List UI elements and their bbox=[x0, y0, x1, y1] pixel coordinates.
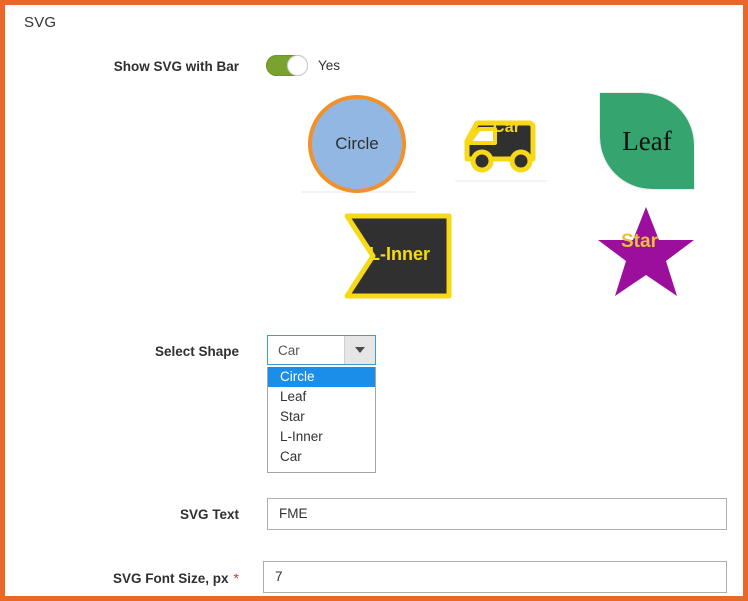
select-option-l-inner[interactable]: L-Inner bbox=[268, 427, 375, 447]
select-shape-label: Select Shape bbox=[154, 344, 239, 359]
shape-preview-l-inner: L-Inner bbox=[343, 212, 453, 300]
svg-text-input[interactable]: FME bbox=[267, 498, 727, 530]
car-icon bbox=[464, 120, 536, 173]
show-svg-with-bar-label: Show SVG with Bar bbox=[113, 59, 239, 74]
show-svg-with-bar-toggle[interactable] bbox=[266, 55, 308, 76]
select-option-car[interactable]: Car bbox=[268, 447, 375, 467]
svg-section-panel: SVG Show SVG with Bar Yes Circle Car Lea… bbox=[5, 5, 743, 596]
select-shape-option-list[interactable]: Circle Leaf Star L-Inner Car bbox=[267, 367, 376, 473]
l-inner-shape-text: L-Inner bbox=[369, 244, 430, 264]
select-option-circle[interactable]: Circle bbox=[268, 367, 375, 387]
svg-text-label: SVG Text bbox=[179, 507, 239, 522]
chevron-down-icon[interactable] bbox=[344, 336, 375, 364]
car-shape-text: Car bbox=[493, 119, 521, 136]
star-shape-text: Star bbox=[621, 231, 658, 252]
required-asterisk: * bbox=[233, 570, 239, 586]
toggle-knob bbox=[288, 56, 307, 75]
caret-glyph bbox=[355, 347, 365, 353]
page-title: SVG bbox=[24, 14, 57, 31]
select-option-star[interactable]: Star bbox=[268, 407, 375, 427]
select-shape-value: Car bbox=[278, 342, 300, 358]
shape-preview-circle: Circle bbox=[308, 95, 406, 193]
svg-font-size-label-text: SVG Font Size, px bbox=[113, 571, 229, 586]
shape-preview-leaf: Leaf bbox=[599, 92, 695, 190]
show-svg-with-bar-value: Yes bbox=[318, 58, 341, 73]
car-baseline-rule bbox=[455, 180, 547, 182]
svg-settings-window: SVG Show SVG with Bar Yes Circle Car Lea… bbox=[0, 0, 748, 601]
select-shape-control[interactable]: Car Circle Leaf Star L-Inner Car bbox=[267, 335, 376, 473]
svg-font-size-input[interactable]: 7 bbox=[263, 561, 727, 593]
select-shape-box[interactable]: Car bbox=[267, 335, 376, 365]
leaf-shape-text: Leaf bbox=[622, 125, 672, 156]
shape-preview-car: Car bbox=[455, 105, 547, 177]
select-option-leaf[interactable]: Leaf bbox=[268, 387, 375, 407]
circle-shape-text: Circle bbox=[335, 134, 379, 153]
shape-preview-star: Star bbox=[597, 205, 695, 299]
svg-font-size-label: SVG Font Size, px * bbox=[5, 570, 239, 586]
